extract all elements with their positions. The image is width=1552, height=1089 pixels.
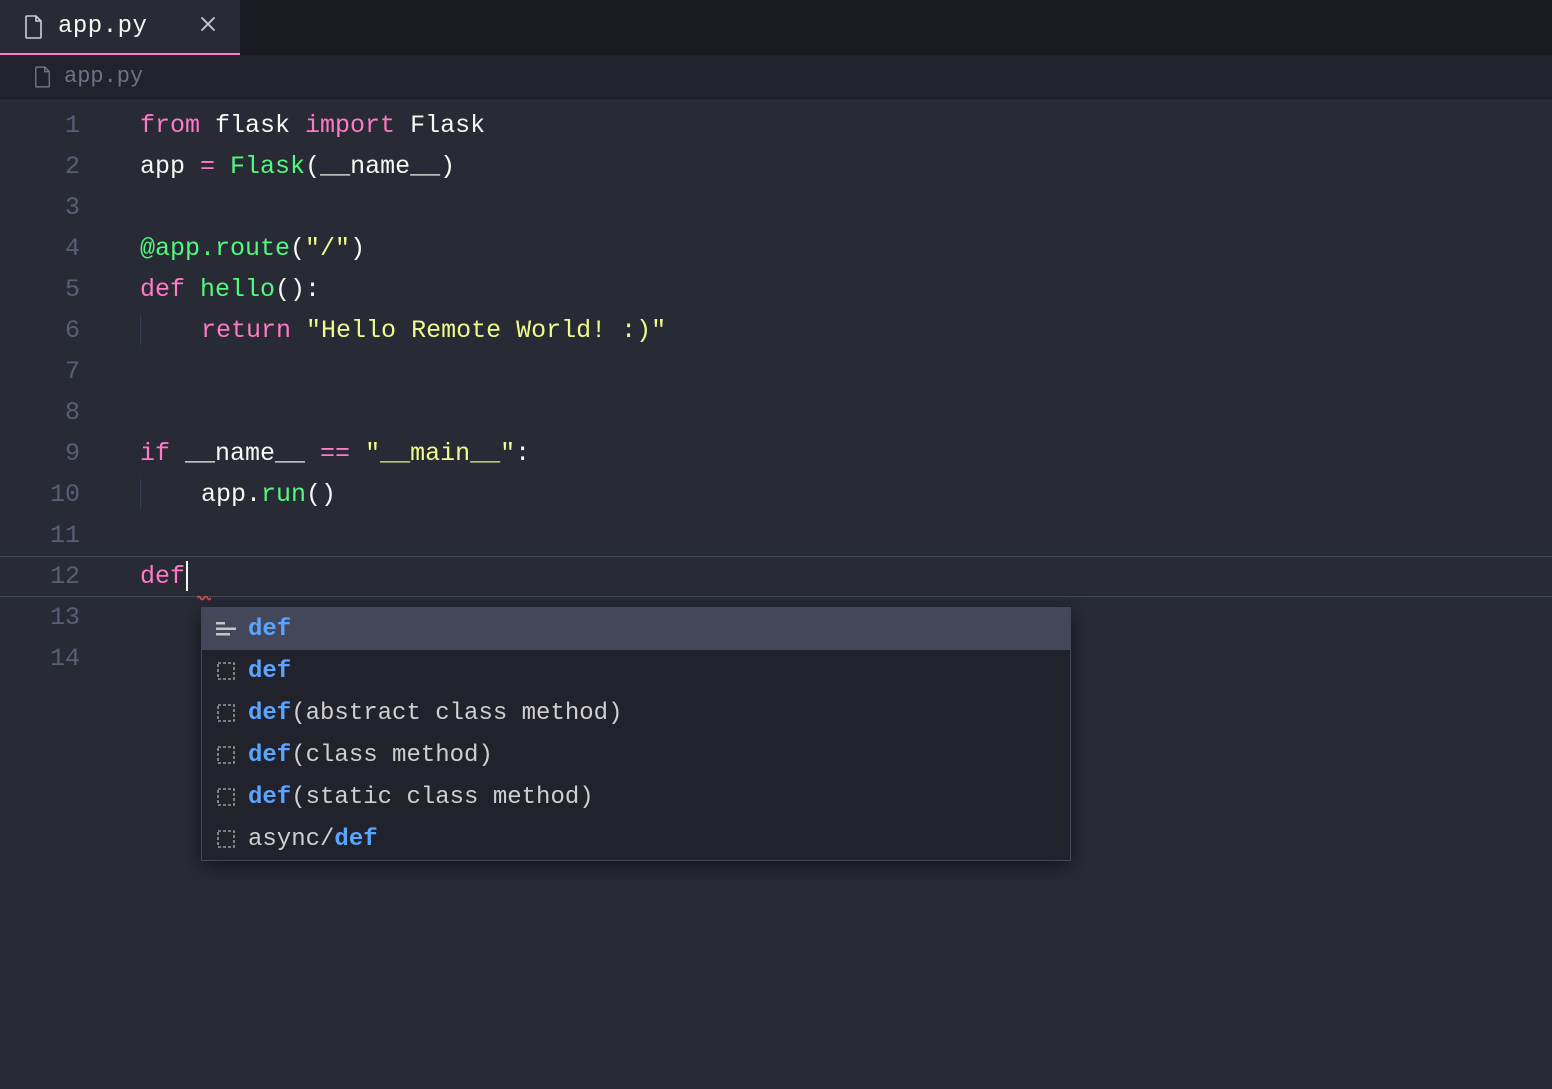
line-number: 3 (0, 187, 100, 228)
line-number: 13 (0, 597, 100, 638)
suggestion-label: def(static class method) (248, 784, 594, 811)
breadcrumb-label[interactable]: app.py (64, 64, 143, 89)
line-number: 6 (0, 310, 100, 351)
suggestion-label: def(class method) (248, 742, 493, 769)
suggestion-label: async/def (248, 826, 378, 853)
line-number: 5 (0, 269, 100, 310)
suggestion-item[interactable]: def(abstract class method) (202, 692, 1070, 734)
suggestion-label: def(abstract class method) (248, 700, 622, 727)
error-squiggle-icon (197, 595, 211, 601)
editor[interactable]: 1234567891011121314 from flask import Fl… (0, 99, 1552, 1089)
code-line[interactable]: if __name__ == "__main__": (140, 433, 1552, 474)
close-icon[interactable] (196, 10, 220, 43)
indent-guide (140, 479, 141, 509)
code-line[interactable] (140, 187, 1552, 228)
code-line[interactable] (140, 392, 1552, 433)
indent-guide (140, 315, 141, 345)
tab-label: app.py (58, 13, 147, 40)
suggestion-label: def (248, 616, 291, 643)
line-number: 14 (0, 638, 100, 679)
code-line[interactable]: def hello(): (140, 269, 1552, 310)
suggestion-item[interactable]: async/def (202, 818, 1070, 860)
line-number: 1 (0, 105, 100, 146)
line-number: 7 (0, 351, 100, 392)
suggestion-label: def (248, 658, 291, 685)
line-number: 10 (0, 474, 100, 515)
code-line[interactable] (140, 351, 1552, 392)
code-line[interactable]: app = Flask(__name__) (140, 146, 1552, 187)
line-number: 9 (0, 433, 100, 474)
suggestion-item[interactable]: def (202, 650, 1070, 692)
snippet-icon (214, 787, 238, 807)
suggestion-item[interactable]: def(class method) (202, 734, 1070, 776)
line-number: 12 (0, 556, 100, 597)
tab-bar: app.py (0, 0, 1552, 55)
line-number: 4 (0, 228, 100, 269)
line-number-gutter: 1234567891011121314 (0, 99, 100, 679)
suggestion-item[interactable]: def (202, 608, 1070, 650)
code-line[interactable] (140, 515, 1552, 556)
line-number: 8 (0, 392, 100, 433)
file-icon (34, 66, 52, 88)
snippet-icon (214, 829, 238, 849)
keyword-icon (214, 619, 238, 639)
tab-app-py[interactable]: app.py (0, 0, 240, 55)
suggestion-item[interactable]: def(static class method) (202, 776, 1070, 818)
code-line[interactable]: @app.route("/") (140, 228, 1552, 269)
file-icon (24, 15, 44, 39)
line-number: 2 (0, 146, 100, 187)
text-cursor (186, 561, 188, 591)
snippet-icon (214, 661, 238, 681)
code-content[interactable]: from flask import Flaskapp = Flask(__nam… (140, 105, 1552, 679)
code-line[interactable]: return "Hello Remote World! :)" (140, 310, 1552, 351)
line-number: 11 (0, 515, 100, 556)
code-line[interactable]: from flask import Flask (140, 105, 1552, 146)
code-line[interactable]: def (140, 556, 1552, 597)
suggestion-popup[interactable]: def def def(abstract class method) def(clas… (201, 607, 1071, 861)
code-line[interactable]: app.run() (140, 474, 1552, 515)
snippet-icon (214, 745, 238, 765)
breadcrumb: app.py (0, 55, 1552, 99)
snippet-icon (214, 703, 238, 723)
